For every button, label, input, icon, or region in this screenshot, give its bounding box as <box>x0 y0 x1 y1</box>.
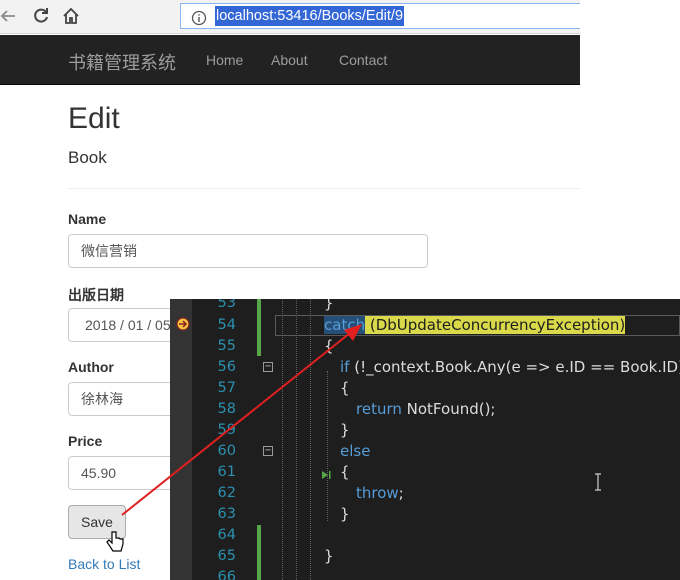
code-text: return NotFound(); <box>356 399 496 420</box>
code-line: 64 <box>170 525 680 546</box>
code-text: throw; <box>356 483 404 504</box>
site-navbar: 书籍管理系统 Home About Contact <box>0 35 580 85</box>
nav-link-contact[interactable]: Contact <box>339 52 387 68</box>
name-label: Name <box>68 211 107 227</box>
code-text: } <box>340 421 350 439</box>
line-number: 65 <box>217 548 236 564</box>
line-number: 55 <box>217 338 236 354</box>
browser-toolbar: localhost:53416/Books/Edit/9 <box>0 0 580 34</box>
code-line: 63 } <box>170 504 680 525</box>
address-bar[interactable]: localhost:53416/Books/Edit/9 <box>180 3 580 29</box>
code-rest: NotFound(); <box>401 400 496 418</box>
code-line: 55 { <box>170 336 680 357</box>
hand-cursor-icon <box>106 530 126 559</box>
reload-icon[interactable] <box>30 5 52 27</box>
line-number: 64 <box>217 527 236 543</box>
code-line: 61 { <box>170 462 680 483</box>
line-number: 53 <box>217 299 236 311</box>
code-line-current: 54 catch (DbUpdateConcurrencyException) <box>170 315 680 336</box>
code-keyword: catch <box>324 316 366 334</box>
line-number: 66 <box>217 569 236 580</box>
code-text: } <box>340 505 350 523</box>
code-text: { <box>324 337 334 355</box>
code-rest: (!_context.Book.Any(e => e.ID == Book.ID… <box>349 358 680 376</box>
code-keyword: return <box>356 400 402 418</box>
code-highlight: (DbUpdateConcurrencyException) <box>365 316 626 334</box>
code-line: 66 <box>170 567 680 580</box>
code-line: 60 − else <box>170 441 680 462</box>
home-icon[interactable] <box>60 5 82 27</box>
line-number: 62 <box>217 485 236 501</box>
line-number: 59 <box>217 422 236 438</box>
text-cursor-icon <box>594 473 602 495</box>
back-arrow-icon[interactable] <box>0 5 22 27</box>
code-text: { <box>340 379 350 397</box>
code-line: 62 throw; <box>170 483 680 504</box>
nav-link-about[interactable]: About <box>271 52 308 68</box>
page-title: Edit <box>68 102 120 135</box>
line-number: 60 <box>217 443 236 459</box>
code-editor[interactable]: 53 } 54 catch (DbUpdateConcurrencyExcept… <box>170 299 680 580</box>
code-line: 58 return NotFound(); <box>170 399 680 420</box>
back-to-list-link[interactable]: Back to List <box>68 556 140 572</box>
price-label: Price <box>68 433 103 449</box>
line-number: 54 <box>217 317 236 333</box>
code-text: catch (DbUpdateConcurrencyException) <box>324 315 626 336</box>
code-text: if (!_context.Book.Any(e => e.ID == Book… <box>340 357 680 378</box>
publish-date-label: 出版日期 <box>68 287 124 303</box>
code-text: else <box>340 441 370 462</box>
line-number: 63 <box>217 506 236 522</box>
code-text: } <box>324 547 334 565</box>
divider <box>68 188 580 189</box>
line-number: 56 <box>217 359 236 375</box>
line-number: 57 <box>217 380 236 396</box>
line-number: 61 <box>217 464 236 480</box>
code-keyword: else <box>340 442 371 460</box>
code-keyword: throw <box>356 484 399 502</box>
code-text: } <box>324 299 334 312</box>
name-input[interactable]: 微信营销 <box>68 234 428 268</box>
page-subtitle: Book <box>68 148 107 167</box>
code-text: { <box>340 463 350 481</box>
collapse-icon[interactable]: − <box>263 446 273 456</box>
code-line: 65 } <box>170 546 680 567</box>
collapse-icon[interactable]: − <box>263 362 273 372</box>
code-line: 59 } <box>170 420 680 441</box>
code-line: 57 { <box>170 378 680 399</box>
code-line: 56 − if (!_context.Book.Any(e => e.ID ==… <box>170 357 680 378</box>
author-label: Author <box>68 359 114 375</box>
info-icon[interactable] <box>191 9 207 33</box>
nav-link-home[interactable]: Home <box>206 52 243 68</box>
line-number: 58 <box>217 401 236 417</box>
code-rest: ; <box>398 484 404 502</box>
code-line: 53 } <box>170 299 680 314</box>
navbar-brand[interactable]: 书籍管理系统 <box>68 49 176 75</box>
url-text[interactable]: localhost:53416/Books/Edit/9 <box>215 6 405 26</box>
